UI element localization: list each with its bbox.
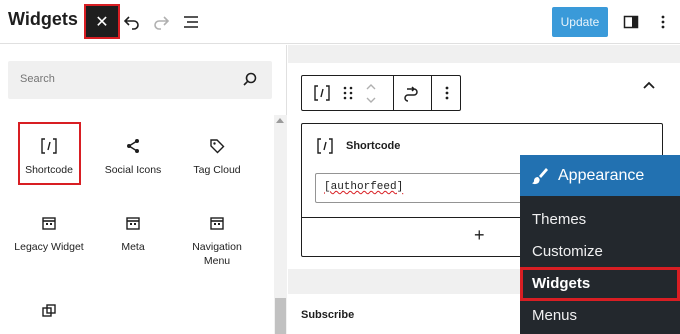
drag-handle[interactable] [338,83,358,103]
more-vertical-icon [445,86,449,100]
plus-icon: + [474,225,485,245]
chevron-down-icon [366,97,376,103]
calendar-widget-icon [14,210,84,236]
toolbar-separator [431,76,432,110]
drag-handle-icon [343,86,353,100]
page-title: Widgets [8,9,78,29]
block-label: Social Icons [104,164,162,176]
admin-menu-item-widgets[interactable]: Widgets [520,267,680,301]
close-icon: ✕ [95,13,109,31]
transform-button[interactable] [401,83,421,103]
block-label: Shortcode [25,164,73,176]
shortcode-input[interactable]: [authorfeed] [315,173,523,203]
scroll-up-arrow[interactable] [276,118,284,123]
block-item-reusable[interactable] [14,298,84,324]
sidebar-icon [623,15,639,29]
duplicate-icon [14,298,84,324]
block-label: Navigation Menu [192,241,242,267]
list-view-button[interactable] [181,12,201,32]
move-buttons[interactable] [361,78,381,108]
shortcode-icon [14,133,84,159]
chevron-up-icon [366,83,376,89]
block-item-social-icons[interactable]: Social Icons [98,133,168,177]
block-item-legacy-widget[interactable]: Legacy Widget [14,210,84,254]
shortcode-block-title: Shortcode [346,140,401,152]
admin-appearance-menu: Appearance Themes Customize Widgets Menu… [520,155,680,334]
update-button[interactable]: Update [552,7,608,37]
block-label: Tag Cloud [193,164,241,176]
more-vertical-icon [661,15,665,29]
chevron-up-icon [643,81,655,89]
calendar-widget-icon [182,210,252,236]
settings-sidebar-button[interactable] [621,12,641,32]
appearance-menu-heading[interactable]: Appearance [520,155,680,196]
top-toolbar: Widgets ✕ Update [0,0,680,44]
add-block-button[interactable]: + [474,225,485,246]
block-item-shortcode[interactable]: Shortcode [14,133,84,177]
list-view-icon [184,16,198,28]
undo-button[interactable] [122,12,142,32]
options-menu-button[interactable] [653,12,673,32]
block-search-input[interactable]: Search [8,61,272,99]
admin-menu-item-menus[interactable]: Menus [532,307,577,324]
redo-button[interactable] [151,12,171,32]
undo-icon [123,16,139,30]
tag-icon [182,133,252,159]
block-inserter-panel: Search Shortcode Social Icons Tag Cloud [0,45,287,334]
shortcode-block-header: Shortcode [316,138,400,154]
widget-area-title: Subscribe [301,309,355,321]
paintbrush-icon [530,166,550,186]
block-item-navigation-menu[interactable]: Navigation Menu [182,210,252,268]
widgets-editor-screen: Widgets ✕ Update Search Shortcode Social… [0,0,680,334]
collapse-area-button[interactable] [642,77,656,95]
block-options-button[interactable] [437,83,457,103]
block-label: Legacy Widget [14,241,84,253]
admin-menu-item-themes[interactable]: Themes [532,211,586,228]
shortcode-icon [317,138,333,154]
admin-menu-item-customize[interactable]: Customize [532,243,603,260]
share-icon [98,133,168,159]
block-type-button[interactable] [312,83,332,103]
transform-icon [404,86,418,102]
block-toolbar [301,75,461,111]
calendar-widget-icon [98,210,168,236]
close-inserter-button[interactable]: ✕ [84,4,120,39]
search-icon [242,71,258,92]
block-label: Meta [121,241,145,253]
toolbar-separator [393,76,394,110]
appearance-label: Appearance [558,166,645,184]
widgets-menu-label: Widgets [532,275,591,292]
scrollbar-thumb[interactable] [275,298,286,334]
shortcode-icon [314,85,330,101]
shortcode-value: [authorfeed] [324,181,404,193]
block-item-meta[interactable]: Meta [98,210,168,254]
redo-icon [154,16,170,30]
block-item-tag-cloud[interactable]: Tag Cloud [182,133,252,177]
search-placeholder: Search [20,73,55,85]
